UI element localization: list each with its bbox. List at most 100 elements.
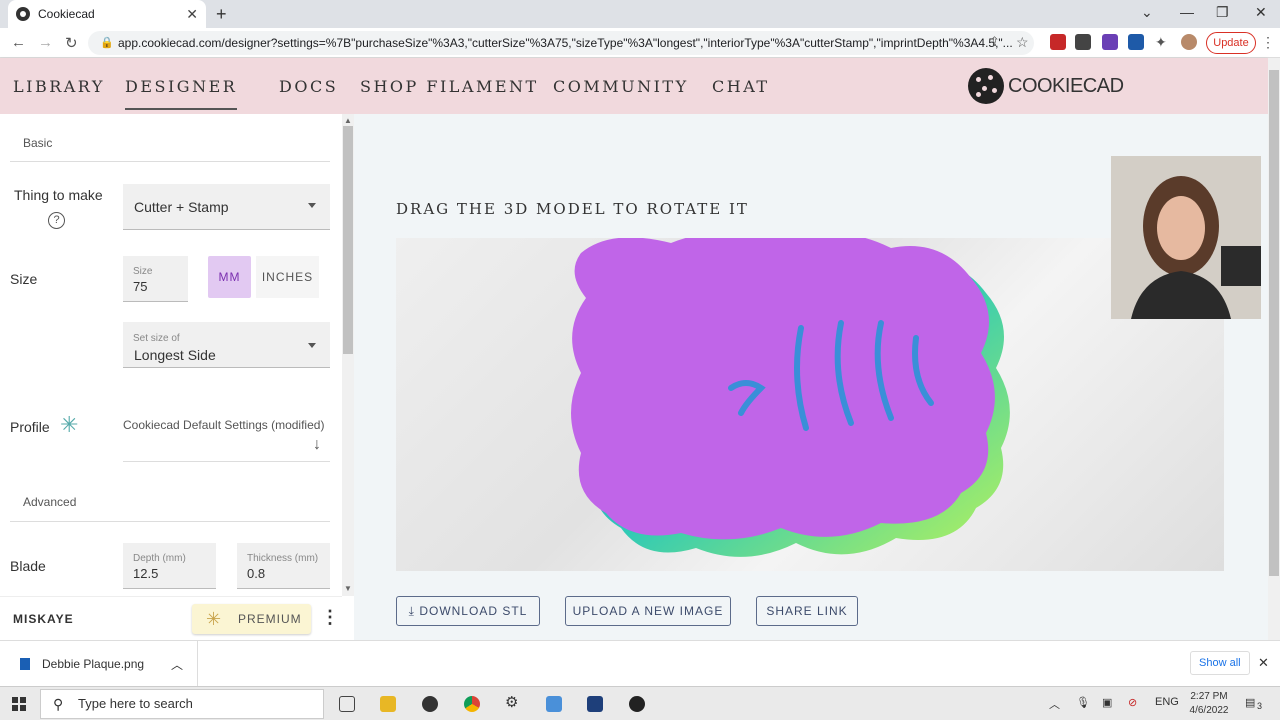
nav-library[interactable]: LIBRARY bbox=[13, 77, 105, 96]
site-header: LIBRARY DESIGNER DOCS SHOP FILAMENT COMM… bbox=[0, 58, 1268, 114]
reload-icon[interactable]: ↻ bbox=[65, 34, 78, 52]
thing-to-make-label: Thing to make bbox=[14, 187, 103, 203]
profile-label: Profile bbox=[10, 419, 50, 435]
settings-scrollbar[interactable]: ▲ ▼ bbox=[342, 114, 354, 596]
browser-tab-bar: Cookiecad ✕ + ⌄ — ❐ ✕ bbox=[0, 0, 1280, 28]
forward-icon[interactable]: → bbox=[38, 34, 53, 51]
scroll-up-icon[interactable]: ▲ bbox=[344, 116, 352, 125]
photos-icon[interactable] bbox=[546, 696, 562, 712]
profile-avatar[interactable] bbox=[1181, 34, 1197, 50]
download-stl-label: DOWNLOAD STL bbox=[419, 604, 528, 618]
extensions-puzzle-icon[interactable]: ✦ bbox=[1155, 34, 1171, 50]
size-field-label: Size bbox=[133, 266, 153, 277]
cookiecad-logo[interactable]: COOKIECAD bbox=[968, 68, 1124, 104]
lock-icon: 🔒 bbox=[100, 37, 114, 49]
dropdown-caret-icon bbox=[308, 203, 316, 208]
restore-icon[interactable]: ❐ bbox=[1216, 4, 1229, 21]
nav-community[interactable]: COMMUNITY bbox=[553, 77, 689, 96]
nav-designer[interactable]: DESIGNER bbox=[125, 77, 238, 110]
close-downloads-icon[interactable]: ✕ bbox=[1258, 655, 1269, 671]
tray-overflow-icon[interactable]: ︿ bbox=[1049, 696, 1060, 712]
download-stl-button[interactable]: ⤓ DOWNLOAD STL bbox=[396, 596, 540, 626]
download-item[interactable]: Debbie Plaque.png ︿ bbox=[12, 641, 198, 687]
nav-docs[interactable]: DOCS bbox=[279, 77, 338, 96]
microphone-icon[interactable]: 🎙 bbox=[1076, 696, 1090, 709]
minimize-icon[interactable]: — bbox=[1180, 4, 1194, 20]
address-bar: ← → ↻ 🔒 app.cookiecad.com/designer?setti… bbox=[0, 28, 1280, 58]
sound-muted-icon[interactable]: ⊘ bbox=[1128, 696, 1137, 709]
scrollbar-thumb[interactable] bbox=[343, 126, 353, 354]
share-icon[interactable]: ⇪ bbox=[989, 34, 1000, 50]
set-size-of-select[interactable]: Set size of Longest Side bbox=[123, 322, 330, 368]
language-indicator[interactable]: ENG bbox=[1155, 696, 1179, 708]
blade-label: Blade bbox=[10, 558, 46, 574]
divider bbox=[10, 521, 330, 522]
dropdown-caret-icon bbox=[308, 343, 316, 348]
notification-count: 3 bbox=[1257, 701, 1263, 711]
settings-gear-icon[interactable]: ⚙ bbox=[505, 693, 521, 711]
windows-start-icon[interactable] bbox=[12, 697, 26, 711]
divider bbox=[123, 461, 330, 462]
notifications-icon[interactable]: ▤ bbox=[1245, 696, 1255, 709]
upload-image-button[interactable]: UPLOAD A NEW IMAGE bbox=[565, 596, 731, 626]
obs-icon[interactable] bbox=[629, 696, 645, 712]
more-options-icon[interactable]: ⋮ bbox=[321, 607, 339, 628]
window-close-icon[interactable]: ✕ bbox=[1255, 4, 1267, 21]
task-view-icon[interactable] bbox=[339, 696, 355, 712]
blade-depth-input[interactable]: Depth (mm) 12.5 bbox=[123, 543, 216, 589]
download-file-name: Debbie Plaque.png bbox=[42, 657, 145, 671]
scrollbar-thumb[interactable] bbox=[1269, 70, 1279, 576]
set-size-of-label: Set size of bbox=[133, 333, 180, 344]
settings-panel: Basic Thing to make ? Cutter + Stamp Siz… bbox=[0, 114, 342, 596]
set-size-of-value: Longest Side bbox=[134, 347, 216, 363]
update-button[interactable]: Update bbox=[1206, 32, 1256, 54]
cookie-cutter-3d-model bbox=[571, 238, 1010, 557]
editor-app-icon[interactable] bbox=[587, 696, 603, 712]
extension-box-icon[interactable] bbox=[1128, 34, 1144, 50]
taskbar-search[interactable]: ⚲ Type here to search bbox=[40, 689, 324, 719]
unit-inches-button[interactable]: INCHES bbox=[256, 256, 319, 298]
tab-title: Cookiecad bbox=[38, 7, 95, 21]
profile-value[interactable]: Cookiecad Default Settings (modified) bbox=[123, 418, 324, 432]
file-explorer-icon[interactable] bbox=[380, 696, 396, 712]
back-icon[interactable]: ← bbox=[11, 34, 26, 51]
page-scrollbar[interactable] bbox=[1268, 58, 1280, 640]
sparkle-star-icon: ✳ bbox=[60, 412, 79, 437]
unit-mm-button[interactable]: MM bbox=[208, 256, 251, 298]
chevron-up-icon[interactable]: ︿ bbox=[171, 656, 183, 673]
show-all-button[interactable]: Show all bbox=[1190, 651, 1250, 675]
help-icon[interactable]: ? bbox=[48, 212, 65, 229]
arrow-down-icon[interactable]: ↓ bbox=[313, 436, 321, 454]
thing-to-make-select[interactable]: Cutter + Stamp bbox=[123, 184, 330, 230]
extension-media-icon[interactable] bbox=[1075, 34, 1091, 50]
presenter-video-image bbox=[1111, 156, 1261, 319]
url-field[interactable]: 🔒 app.cookiecad.com/designer?settings=%7… bbox=[88, 31, 1034, 55]
browser-menu-icon[interactable]: ⋮ bbox=[1261, 34, 1275, 51]
tab-close-icon[interactable]: ✕ bbox=[186, 6, 198, 23]
blade-thickness-input[interactable]: Thickness (mm) 0.8 bbox=[237, 543, 330, 589]
share-link-button[interactable]: SHARE LINK bbox=[756, 596, 858, 626]
thickness-value: 0.8 bbox=[247, 566, 266, 581]
extension-v-icon[interactable] bbox=[1102, 34, 1118, 50]
network-icon[interactable]: ▣ bbox=[1102, 696, 1112, 709]
tab-search-icon[interactable]: ⌄ bbox=[1141, 4, 1153, 21]
premium-button[interactable]: ✳ PREMIUM bbox=[192, 604, 311, 634]
size-input[interactable]: Size 75 bbox=[123, 256, 188, 302]
chrome-icon[interactable] bbox=[464, 696, 480, 712]
windows-taskbar: ⚲ Type here to search ⚙ ︿ 🎙 ▣ ⊘ ENG 2:27… bbox=[0, 686, 1280, 720]
downloads-bar: Debbie Plaque.png ︿ Show all ✕ bbox=[0, 640, 1280, 687]
browser-tab[interactable]: Cookiecad ✕ bbox=[8, 0, 206, 28]
nav-chat[interactable]: CHAT bbox=[712, 77, 770, 96]
user-footer: MISKAYE ✳ PREMIUM ⋮ bbox=[0, 596, 342, 640]
scroll-down-icon[interactable]: ▼ bbox=[344, 584, 352, 593]
extension-shield-icon[interactable] bbox=[1050, 34, 1066, 50]
bookmark-star-icon[interactable]: ☆ bbox=[1016, 34, 1029, 51]
divider bbox=[10, 161, 330, 162]
download-icon: ⤓ bbox=[408, 604, 415, 618]
3d-model-viewer[interactable] bbox=[396, 238, 1224, 571]
advanced-section-label: Advanced bbox=[23, 495, 77, 509]
app-icon[interactable] bbox=[422, 696, 438, 712]
new-tab-icon[interactable]: + bbox=[216, 4, 227, 25]
nav-shop-filament[interactable]: SHOP FILAMENT bbox=[360, 77, 539, 96]
clock[interactable]: 2:27 PM 4/6/2022 bbox=[1184, 690, 1234, 718]
